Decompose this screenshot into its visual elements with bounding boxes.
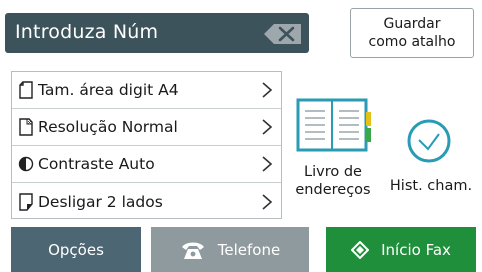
resolution-icon [19, 118, 33, 136]
setting-row-duplex[interactable]: Desligar 2 lados [12, 183, 281, 220]
save-as-shortcut-label-line2: como atalho [368, 34, 456, 50]
duplex-icon [19, 192, 33, 211]
address-book-button[interactable]: Livro de endereços [286, 96, 380, 199]
page-size-icon [19, 81, 33, 99]
setting-label: Desligar 2 lados [38, 192, 163, 211]
call-history-button[interactable]: Hist. cham. [380, 118, 482, 195]
bottom-bar: Opções Telefone Início Fax [0, 227, 482, 272]
address-book-icon [296, 98, 371, 152]
setting-row-contrast[interactable]: Contraste Auto [12, 146, 281, 183]
setting-label: Contraste Auto [38, 155, 155, 173]
backspace-icon[interactable] [263, 23, 303, 45]
setting-row-scan-area[interactable]: Tam. área digit A4 [12, 72, 281, 109]
fax-settings-list: Tam. área digit A4 Resolução Normal Cont… [11, 71, 282, 219]
fax-number-placeholder: Introduza Núm [15, 21, 159, 43]
fax-number-field[interactable]: Introduza Núm [5, 13, 309, 53]
start-diamond-icon [351, 240, 370, 259]
chevron-right-icon [262, 119, 273, 135]
setting-label: Tam. área digit A4 [38, 81, 179, 99]
call-history-label: Hist. cham. [389, 178, 473, 194]
setting-label: Resolução Normal [38, 118, 178, 136]
chevron-right-icon [262, 193, 273, 210]
clock-icon [407, 119, 451, 163]
start-fax-button[interactable]: Início Fax [326, 227, 476, 272]
address-book-label-line2: endereços [295, 182, 371, 198]
top-bar: Introduza Núm Guardar como atalho [0, 0, 482, 63]
phone-button[interactable]: Telefone [151, 227, 309, 272]
setting-row-resolution[interactable]: Resolução Normal [12, 109, 281, 146]
address-book-label-line1: Livro de [304, 164, 362, 180]
chevron-right-icon [262, 156, 273, 172]
save-as-shortcut-label-line1: Guardar [383, 16, 441, 32]
save-as-shortcut-button[interactable]: Guardar como atalho [350, 8, 474, 58]
phone-icon [181, 242, 204, 259]
start-fax-label: Início Fax [381, 240, 451, 259]
phone-label: Telefone [217, 240, 281, 259]
options-button[interactable]: Opções [11, 227, 141, 272]
options-label: Opções [48, 240, 104, 259]
chevron-right-icon [262, 82, 273, 98]
contrast-icon [18, 156, 34, 172]
